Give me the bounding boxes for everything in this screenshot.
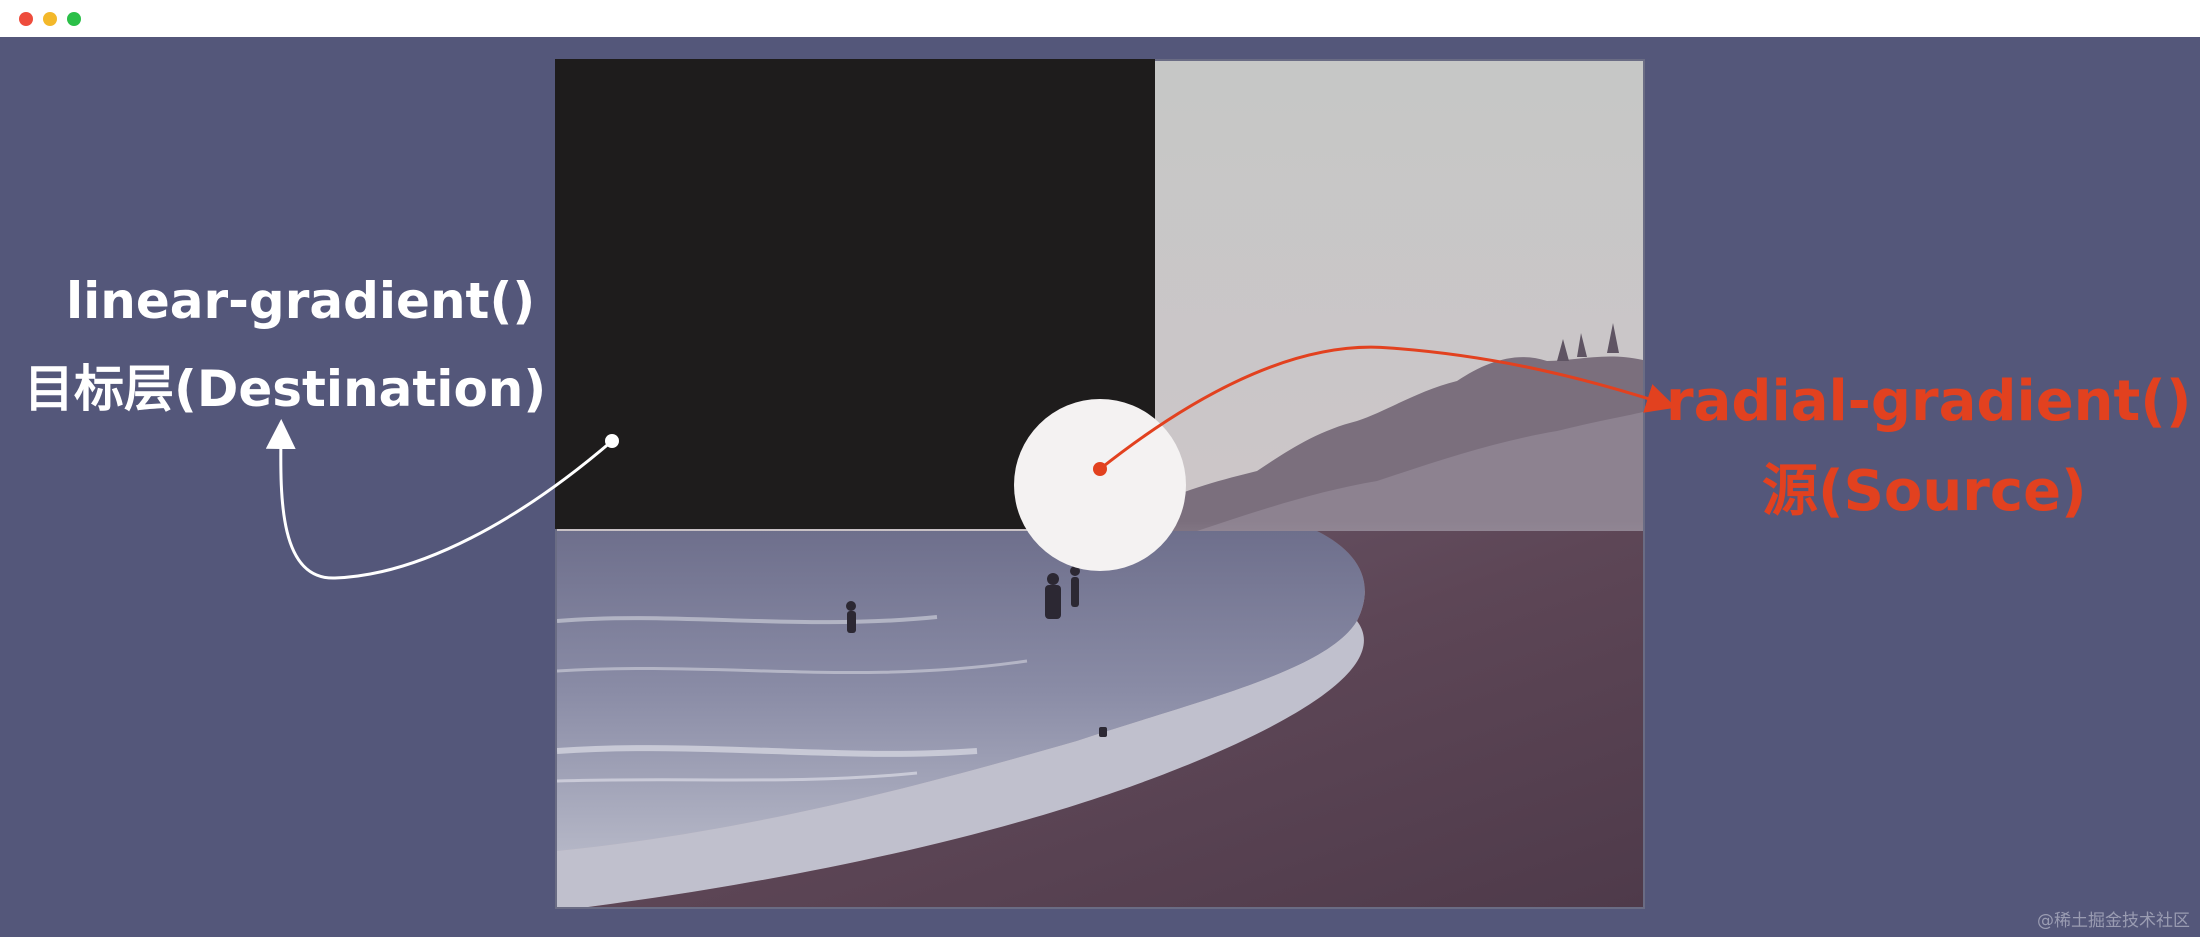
source-layer-label: 源(Source) xyxy=(1762,459,2087,524)
watermark: @稀土掘金技术社区 xyxy=(2037,911,2190,931)
destination-arrow xyxy=(265,419,619,580)
source-arrow xyxy=(1093,345,1677,476)
source-function-label: radial-gradient() xyxy=(1666,369,2192,434)
destination-function-label: linear-gradient() xyxy=(66,272,536,330)
destination-layer-label: 目标层(Destination) xyxy=(24,360,547,418)
